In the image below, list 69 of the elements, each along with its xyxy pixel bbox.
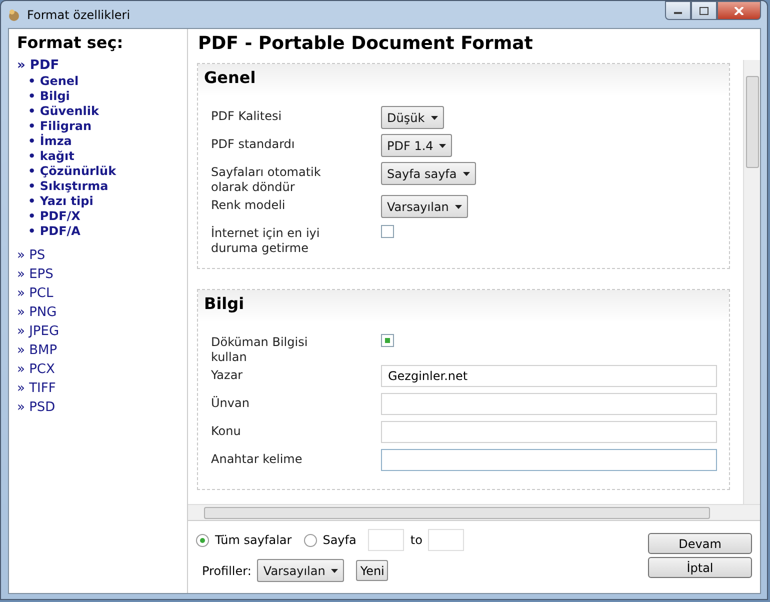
page-from-field[interactable] [368, 529, 404, 551]
profiles-label: Profiller: [202, 564, 252, 578]
caret-icon [454, 204, 462, 208]
subsection-link[interactable]: • PDF/X [28, 209, 187, 224]
field-label: Döküman Bilgisi kullan [211, 334, 309, 365]
radio-button[interactable] [196, 534, 209, 546]
field-label: Konu [211, 423, 242, 439]
dropdown[interactable]: Varsayılan [381, 195, 468, 218]
format-link[interactable]: » PDF [17, 58, 187, 74]
subsection-link[interactable]: • Bilgi [28, 89, 187, 104]
dropdown[interactable]: Sayfa sayfa [381, 162, 476, 185]
subsection-link[interactable]: • Sıkıştırma [28, 179, 187, 194]
format-link[interactable]: » PCL [17, 284, 187, 303]
dropdown[interactable]: PDF 1.4 [381, 134, 452, 157]
subsection-link[interactable]: • Çözünürlük [28, 164, 187, 179]
subsection-link[interactable]: • Güvenlik [28, 104, 187, 119]
format-link[interactable]: » TIFF [17, 379, 187, 398]
subsection-link[interactable]: • kağıt [28, 149, 187, 164]
checkbox[interactable] [381, 334, 394, 347]
close-icon [734, 6, 744, 14]
dialog-button[interactable]: Devam [648, 533, 752, 554]
caret-icon [430, 116, 438, 120]
maximize-icon [699, 6, 709, 14]
format-link[interactable]: » PCX [17, 360, 187, 379]
new-button[interactable]: Yeni [356, 560, 388, 581]
subsection-link[interactable]: • İmza [28, 134, 187, 149]
radio-label[interactable]: Tüm sayfalar [215, 533, 292, 547]
format-link[interactable]: » PNG [17, 303, 187, 322]
subsection-link[interactable]: • Yazı tipi [28, 194, 187, 209]
page-to-field[interactable] [428, 529, 464, 551]
radio-button[interactable] [304, 534, 317, 546]
profile-dropdown[interactable]: Varsayılan [257, 559, 344, 582]
format-link[interactable]: » PS [17, 246, 187, 265]
dropdown[interactable]: Düşük [381, 106, 444, 129]
text-field[interactable] [381, 449, 717, 471]
vertical-scrollbar[interactable] [743, 60, 760, 504]
dialog-button[interactable]: İptal [648, 557, 752, 578]
field-label: PDF standardı [211, 136, 296, 152]
subsection-link[interactable]: • PDF/A [28, 224, 187, 239]
radio-label[interactable]: Sayfa [322, 533, 356, 547]
maximize-button[interactable] [691, 1, 717, 20]
close-button[interactable] [717, 1, 761, 20]
sidebar-heading: Format seç: [17, 33, 124, 52]
format-link[interactable]: » BMP [17, 341, 187, 360]
field-label: Yazar [211, 367, 244, 383]
field-label: Renk modeli [211, 197, 286, 213]
field-label: Sayfaları otomatik olarak döndür [211, 164, 322, 195]
text-field[interactable] [381, 421, 717, 443]
text-field[interactable] [381, 393, 717, 415]
caret-icon [331, 568, 338, 572]
text-field[interactable]: Gezginler.net [381, 365, 717, 387]
subsection-link[interactable]: • Filigran [28, 119, 187, 134]
format-link[interactable]: » PSD [17, 398, 187, 417]
minimize-button[interactable] [665, 1, 691, 20]
format-link[interactable]: » JPEG [17, 322, 187, 341]
horizontal-scrollbar[interactable] [188, 504, 760, 520]
format-link[interactable]: » EPS [17, 265, 187, 284]
field-label: Ünvan [211, 395, 250, 411]
page-title: PDF - Portable Document Format [197, 32, 534, 56]
checkbox[interactable] [381, 225, 394, 238]
app-icon [7, 8, 21, 22]
caret-icon [439, 144, 446, 148]
field-label: PDF Kalitesi [211, 108, 283, 124]
window-title: Format özellikleri [27, 8, 130, 22]
field-label: Anahtar kelime [211, 451, 304, 467]
range-label: to [410, 533, 422, 547]
subsection-link[interactable]: • Genel [28, 74, 187, 89]
field-label: İnternet için en iyi duruma getirme [211, 225, 321, 256]
caret-icon [462, 172, 470, 176]
